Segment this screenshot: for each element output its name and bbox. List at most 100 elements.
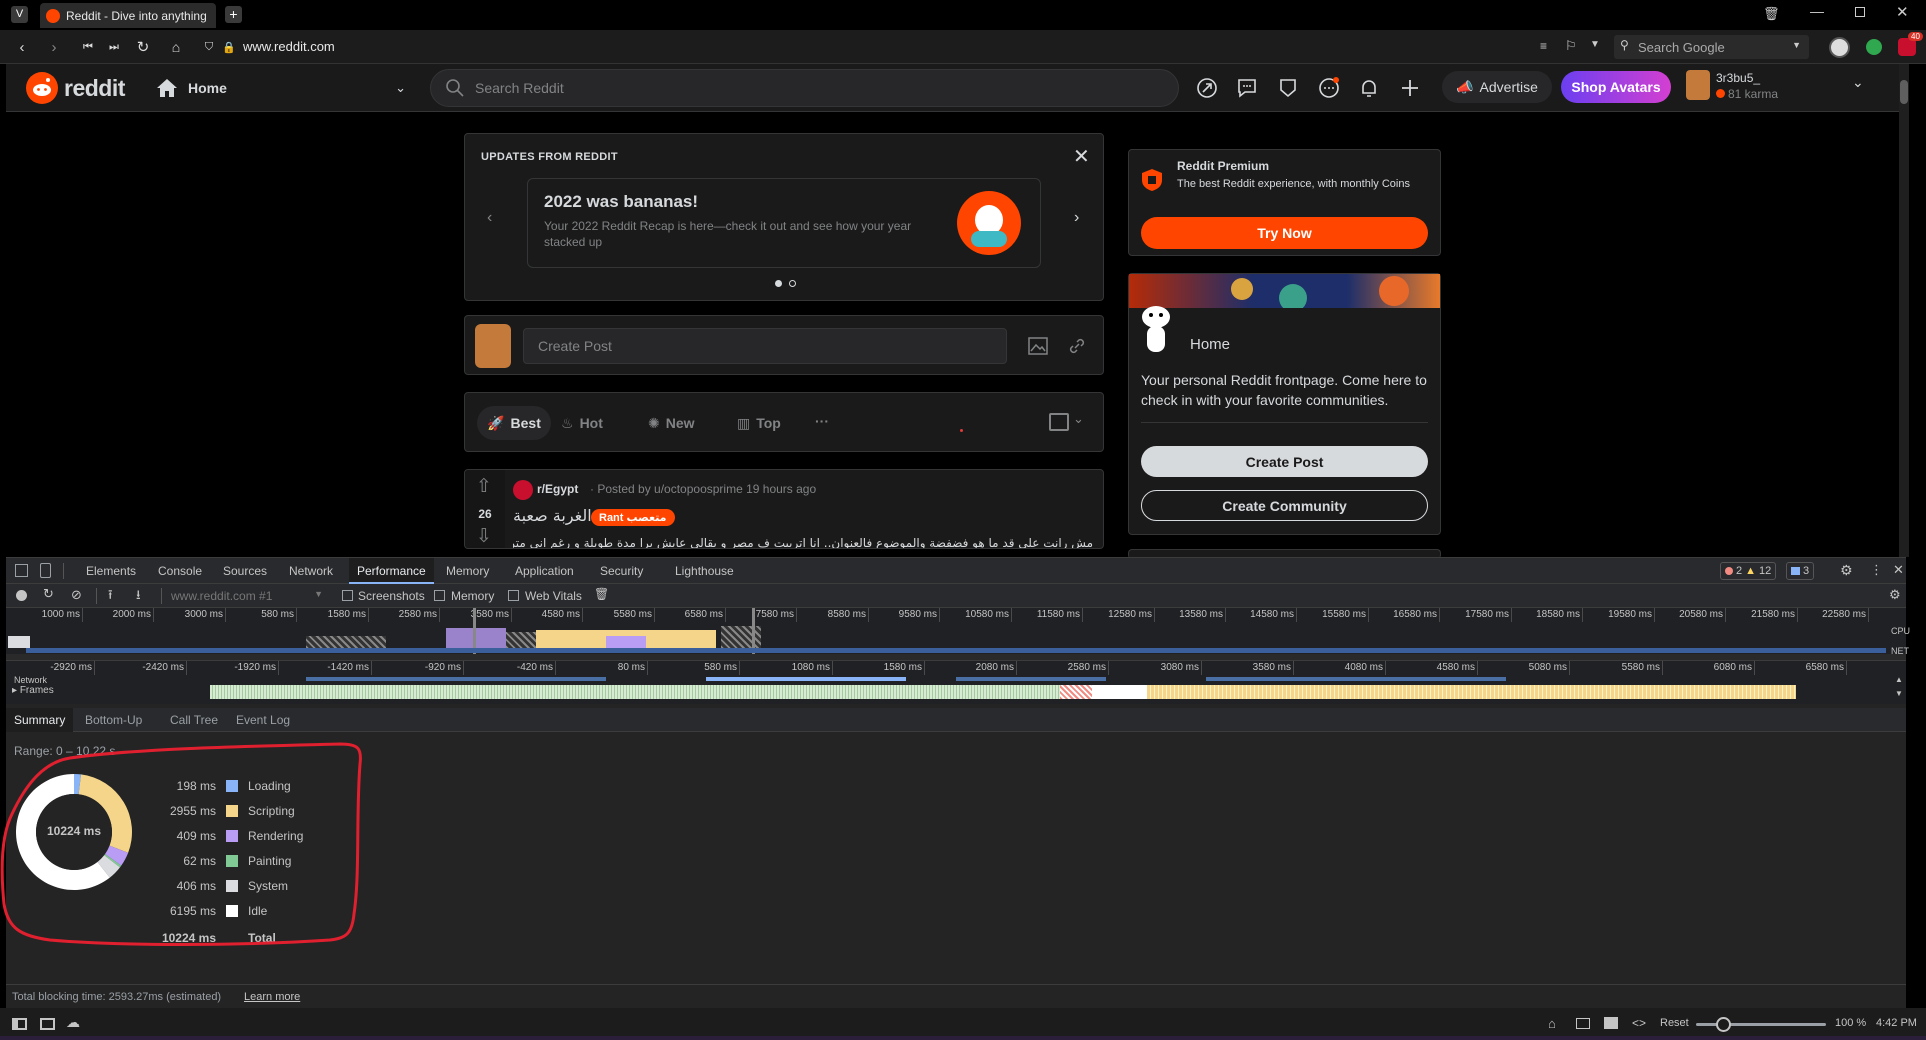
tab-call-tree[interactable]: Call Tree bbox=[162, 708, 226, 732]
tab-application[interactable]: Application bbox=[507, 558, 582, 584]
image-upload-icon[interactable] bbox=[1027, 335, 1049, 357]
tab-sources[interactable]: Sources bbox=[215, 558, 275, 584]
layout-view-icon[interactable] bbox=[1049, 413, 1069, 431]
downvote-icon[interactable]: ⇩ bbox=[476, 525, 492, 548]
advertise-button[interactable]: 📣 Advertise bbox=[1442, 71, 1552, 103]
panel-toggle-icon[interactable] bbox=[12, 1018, 27, 1030]
web-vitals-checkbox[interactable] bbox=[508, 590, 519, 601]
reddit-logo[interactable]: reddit bbox=[26, 72, 125, 104]
upload-profile-icon[interactable]: ⭱ bbox=[108, 586, 113, 608]
tile-tabs-icon[interactable] bbox=[40, 1018, 55, 1030]
chat-icon[interactable] bbox=[1235, 76, 1259, 100]
popular-icon[interactable] bbox=[1195, 76, 1219, 100]
reader-view-icon[interactable]: ≡ bbox=[1540, 39, 1547, 53]
user-menu[interactable]: 3r3bu5_ 81 karma ⌄ bbox=[1686, 68, 1866, 108]
carousel-next-icon[interactable]: › bbox=[1074, 209, 1079, 227]
avatar[interactable] bbox=[475, 324, 511, 368]
try-now-button[interactable]: Try Now bbox=[1141, 217, 1428, 249]
tab-console[interactable]: Console bbox=[150, 558, 210, 584]
url-field[interactable]: www.reddit.com bbox=[243, 39, 335, 54]
create-post-input[interactable]: Create Post bbox=[523, 328, 1007, 364]
tab-memory[interactable]: Memory bbox=[438, 558, 497, 584]
link-icon[interactable] bbox=[1066, 335, 1088, 357]
post-card[interactable]: ⇧ 26 ⇩ r/Egypt · Posted by u/octopoospri… bbox=[464, 469, 1104, 549]
sort-hot-button[interactable]: ♨ Hot bbox=[561, 406, 603, 440]
page-scrollbar[interactable] bbox=[1899, 64, 1909, 557]
upvote-icon[interactable]: ⇧ bbox=[476, 475, 492, 498]
forward-icon[interactable]: › bbox=[44, 37, 64, 57]
chevron-down-icon[interactable]: ⌄ bbox=[1073, 411, 1084, 427]
screenshots-checkbox[interactable] bbox=[342, 590, 353, 601]
shop-avatars-button[interactable]: Shop Avatars bbox=[1561, 71, 1671, 103]
chevron-down-icon[interactable]: ▼ bbox=[1895, 689, 1903, 698]
search-engine-chevron-icon[interactable]: ▼ bbox=[1792, 40, 1801, 50]
zoom-reset-button[interactable]: Reset bbox=[1660, 1017, 1689, 1029]
shield-icon[interactable]: ⛉ bbox=[199, 37, 219, 57]
scrollbar-thumb[interactable] bbox=[1900, 80, 1908, 104]
carousel-dot[interactable] bbox=[789, 280, 796, 287]
close-window-icon[interactable]: ✕ bbox=[1896, 3, 1909, 21]
subreddit-link[interactable]: r/Egypt bbox=[537, 482, 578, 496]
capture-settings-gear-icon[interactable]: ⚙ bbox=[1889, 587, 1901, 603]
reload-icon[interactable]: ↻ bbox=[133, 37, 153, 57]
post-flair[interactable]: Rant متعصب bbox=[591, 509, 675, 526]
window-icon[interactable] bbox=[1576, 1018, 1590, 1029]
rewind-icon[interactable]: ⏮ bbox=[78, 37, 98, 57]
reddit-search-input[interactable]: Search Reddit bbox=[430, 69, 1179, 107]
trash-icon[interactable]: 🗑 bbox=[1763, 6, 1780, 22]
learn-more-link[interactable]: Learn more bbox=[244, 991, 300, 1003]
create-post-button[interactable]: Create Post bbox=[1141, 446, 1428, 477]
memory-checkbox[interactable] bbox=[434, 590, 445, 601]
create-community-button[interactable]: Create Community bbox=[1141, 490, 1428, 521]
more-vert-icon[interactable]: ⋮ bbox=[1870, 562, 1883, 578]
tab-security[interactable]: Security bbox=[592, 558, 651, 584]
sort-best-button[interactable]: 🚀 Best bbox=[477, 406, 551, 440]
bookmark-icon[interactable]: ⚐ bbox=[1565, 38, 1577, 54]
download-profile-icon[interactable]: ⭳ bbox=[136, 586, 141, 608]
google-search-input[interactable]: ⚲ Search Google ▼ bbox=[1614, 35, 1809, 59]
capture-icon[interactable]: ⌂ bbox=[1548, 1016, 1556, 1031]
restore-icon[interactable] bbox=[1855, 7, 1865, 17]
chevron-down-icon[interactable]: ▼ bbox=[1590, 39, 1600, 50]
record-icon[interactable] bbox=[16, 590, 27, 601]
close-icon[interactable]: ✕ bbox=[1073, 144, 1090, 169]
post-title[interactable]: الغربة صعبة bbox=[513, 506, 592, 525]
back-icon[interactable]: ‹ bbox=[12, 37, 32, 57]
cloud-sync-icon[interactable]: ☁ bbox=[66, 1014, 80, 1031]
close-icon[interactable]: ✕ bbox=[1893, 562, 1904, 578]
recap-promo[interactable]: 2022 was bananas! Your 2022 Reddit Recap… bbox=[527, 178, 1041, 268]
tab-lighthouse[interactable]: Lighthouse bbox=[667, 558, 742, 584]
device-toolbar-icon[interactable] bbox=[40, 563, 51, 578]
plus-icon[interactable] bbox=[1398, 76, 1422, 100]
messages-counter[interactable]: 3 bbox=[1786, 562, 1815, 580]
page-actions-icon[interactable]: <> bbox=[1632, 1016, 1646, 1030]
zoom-slider-thumb[interactable] bbox=[1716, 1017, 1731, 1032]
more-options-icon[interactable]: ··· bbox=[815, 413, 829, 429]
subreddit-icon[interactable] bbox=[513, 480, 533, 500]
trash-icon[interactable]: 🗑 bbox=[594, 587, 609, 601]
bell-icon[interactable] bbox=[1357, 76, 1381, 100]
zoom-slider[interactable] bbox=[1696, 1017, 1826, 1032]
tab-event-log[interactable]: Event Log bbox=[228, 708, 298, 732]
images-icon[interactable] bbox=[1604, 1017, 1618, 1029]
gear-icon[interactable]: ⚙ bbox=[1840, 562, 1853, 579]
reload-record-icon[interactable]: ↻ bbox=[43, 586, 54, 602]
fast-forward-icon[interactable]: ⏭ bbox=[104, 37, 124, 57]
timeline-overview[interactable]: 1000 ms 2000 ms 3000 ms 580 ms 1580 ms 2580 m… bbox=[6, 608, 1910, 660]
main-timeline[interactable]: -2920 ms -2420 ms -1920 ms -1420 ms -920 ms -… bbox=[6, 660, 1906, 704]
profile-icon[interactable] bbox=[1829, 37, 1850, 58]
inspect-element-icon[interactable] bbox=[15, 564, 28, 577]
tab-bottom-up[interactable]: Bottom-Up bbox=[77, 708, 150, 732]
carousel-dot-active[interactable] bbox=[775, 280, 782, 287]
home-icon[interactable]: ⌂ bbox=[166, 37, 186, 57]
messages-icon[interactable] bbox=[1317, 76, 1341, 100]
issues-counter[interactable]: 2 ▲ 12 bbox=[1720, 562, 1777, 580]
tab-network[interactable]: Network bbox=[281, 558, 341, 584]
new-tab-icon[interactable]: + bbox=[225, 6, 242, 23]
tab-summary[interactable]: Summary bbox=[6, 708, 74, 732]
browser-tab[interactable]: Reddit - Dive into anything bbox=[40, 3, 216, 28]
tab-performance[interactable]: Performance bbox=[349, 558, 434, 584]
sort-new-button[interactable]: ✺ New bbox=[648, 406, 695, 440]
frames-track-label[interactable]: ▸ Frames bbox=[12, 685, 54, 696]
vivaldi-menu-icon[interactable]: V bbox=[11, 6, 28, 23]
